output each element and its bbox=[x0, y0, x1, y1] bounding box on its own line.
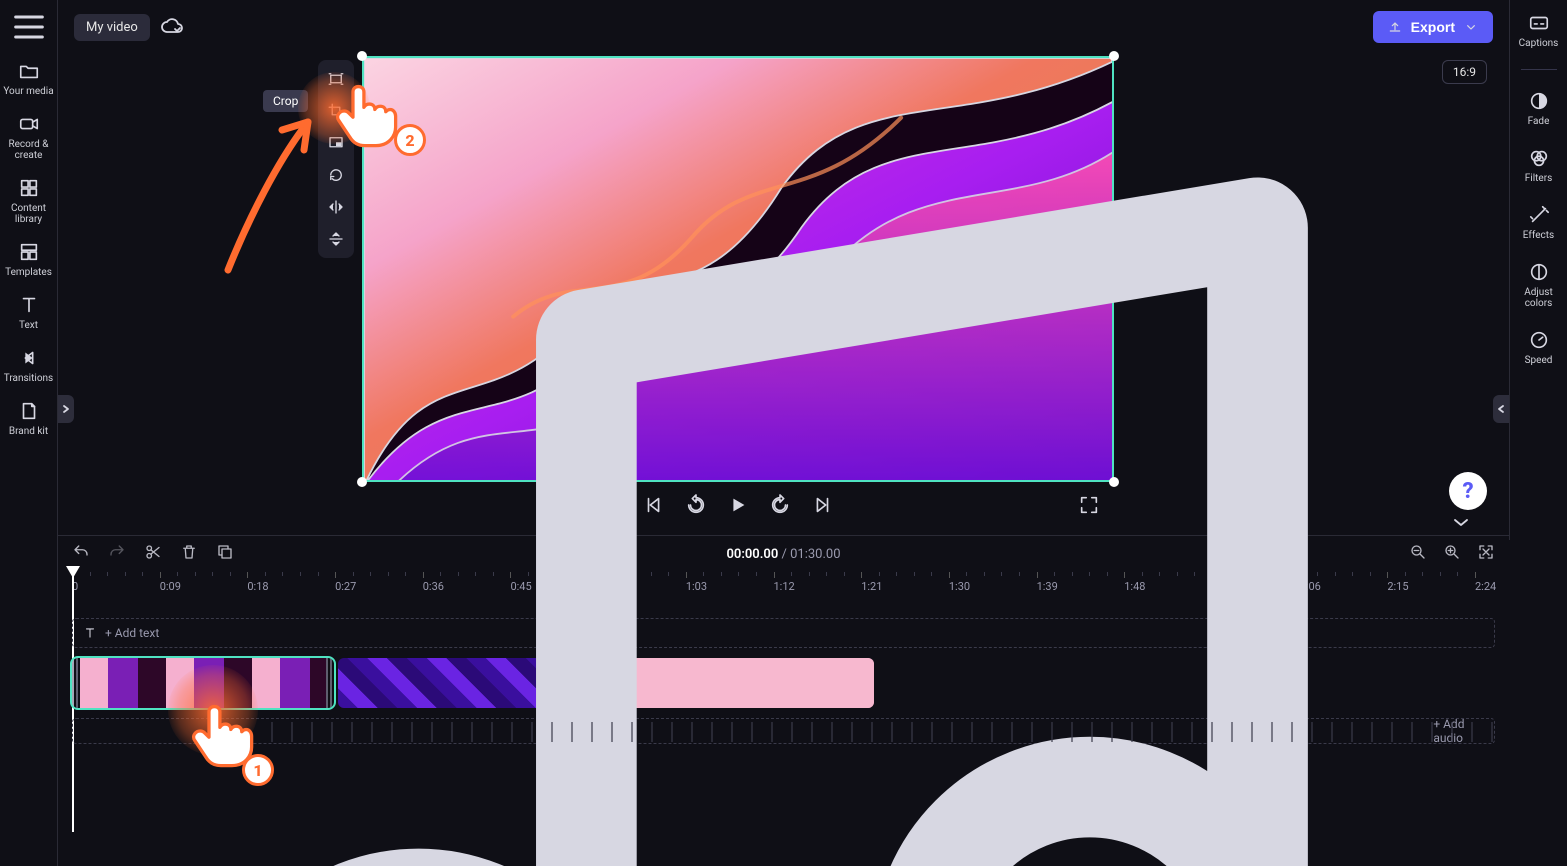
sidebar-item-text[interactable]: Text bbox=[0, 294, 58, 331]
sidebar-item-label: Your media bbox=[3, 86, 53, 97]
upload-icon bbox=[1387, 19, 1403, 35]
sidebar-item-label: Effects bbox=[1523, 230, 1554, 241]
sidebar-item-label: Speed bbox=[1525, 355, 1553, 366]
adjust-icon bbox=[1528, 261, 1550, 283]
left-rail: Your media Record & create Content libra… bbox=[0, 0, 58, 866]
sidebar-item-captions[interactable]: Captions bbox=[1510, 12, 1567, 49]
aspect-ratio-button[interactable]: 16:9 bbox=[1442, 60, 1487, 84]
chevron-down-icon bbox=[1463, 19, 1479, 35]
sidebar-item-label: Content library bbox=[0, 203, 58, 225]
sidebar-item-brandkit[interactable]: Brand kit bbox=[0, 400, 58, 437]
speed-icon bbox=[1528, 329, 1550, 351]
sidebar-item-label: Fade bbox=[1528, 116, 1550, 127]
clip-trim-left[interactable] bbox=[72, 658, 80, 708]
fade-icon bbox=[1528, 90, 1550, 112]
captions-icon bbox=[1528, 12, 1550, 34]
sidebar-item-fade[interactable]: Fade bbox=[1510, 90, 1567, 127]
expand-right-panel[interactable] bbox=[1493, 395, 1509, 423]
right-rail: Captions Fade Filters Effects Adjust col… bbox=[1509, 0, 1567, 540]
divider bbox=[1521, 69, 1557, 70]
sidebar-item-library[interactable]: Content library bbox=[0, 177, 58, 225]
project-title[interactable]: My video bbox=[74, 14, 150, 41]
expand-left-panel[interactable] bbox=[58, 395, 74, 423]
sidebar-item-templates[interactable]: Templates bbox=[0, 241, 58, 278]
sidebar-item-label: Adjust colors bbox=[1510, 287, 1567, 309]
sidebar-item-label: Record & create bbox=[0, 139, 58, 161]
sidebar-item-record[interactable]: Record & create bbox=[0, 113, 58, 161]
export-button[interactable]: Export bbox=[1373, 11, 1493, 43]
menu-icon[interactable] bbox=[9, 10, 49, 44]
sidebar-item-adjust[interactable]: Adjust colors bbox=[1510, 261, 1567, 309]
collapse-preview-button[interactable] bbox=[1451, 516, 1471, 528]
effects-icon bbox=[1528, 204, 1550, 226]
cloud-sync-icon[interactable] bbox=[160, 15, 184, 39]
text-icon bbox=[18, 294, 40, 316]
transitions-icon bbox=[18, 347, 40, 369]
sidebar-item-label: Brand kit bbox=[9, 426, 48, 437]
export-label: Export bbox=[1411, 19, 1455, 35]
sidebar-item-label: Filters bbox=[1525, 173, 1553, 184]
templates-icon bbox=[18, 241, 40, 263]
top-bar: My video Export bbox=[58, 0, 1509, 54]
sidebar-item-filters[interactable]: Filters bbox=[1510, 147, 1567, 184]
library-icon bbox=[18, 177, 40, 199]
annotation-pointer-1: 1 bbox=[186, 700, 306, 820]
sidebar-item-speed[interactable]: Speed bbox=[1510, 329, 1567, 366]
ruler-tick: 2:24 bbox=[1475, 572, 1496, 593]
annotation-step-number: 1 bbox=[242, 754, 274, 786]
camera-icon bbox=[18, 113, 40, 135]
sidebar-item-label: Text bbox=[19, 320, 38, 331]
zoom-in-button[interactable] bbox=[1443, 543, 1461, 565]
help-icon: ? bbox=[1462, 479, 1473, 504]
audio-waveform-placeholder bbox=[253, 722, 1494, 742]
sidebar-item-label: Captions bbox=[1519, 38, 1559, 49]
sidebar-item-label: Transitions bbox=[4, 373, 53, 384]
sidebar-item-transitions[interactable]: Transitions bbox=[0, 347, 58, 384]
filters-icon bbox=[1528, 147, 1550, 169]
sidebar-item-label: Templates bbox=[5, 267, 52, 278]
sidebar-item-effects[interactable]: Effects bbox=[1510, 204, 1567, 241]
brandkit-icon bbox=[18, 400, 40, 422]
zoom-fit-button[interactable] bbox=[1477, 543, 1495, 565]
sidebar-item-media[interactable]: Your media bbox=[0, 60, 58, 97]
folder-icon bbox=[18, 60, 40, 82]
help-button[interactable]: ? bbox=[1449, 472, 1487, 510]
